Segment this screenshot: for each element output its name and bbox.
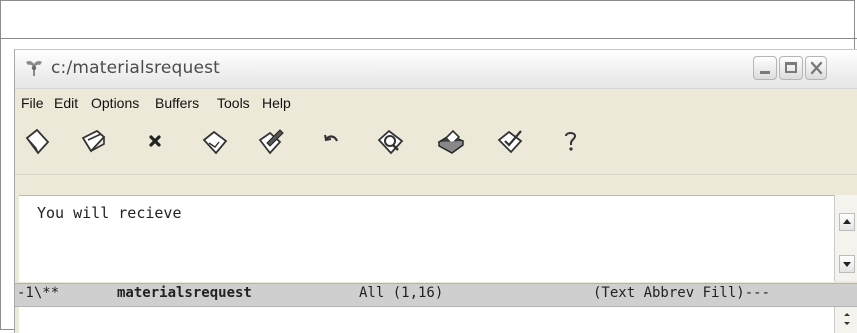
- menu-tools[interactable]: Tools: [217, 95, 250, 111]
- help-icon[interactable]: [555, 126, 587, 158]
- window-title: c:/materialsrequest: [51, 58, 221, 78]
- close-buffer-icon[interactable]: [141, 126, 173, 158]
- new-file-icon[interactable]: [21, 126, 53, 158]
- save-icon[interactable]: [199, 126, 231, 158]
- emacs-window: c:/materialsrequest File Edit Options Bu…: [14, 49, 857, 333]
- undo-icon[interactable]: [317, 126, 349, 158]
- arrow-up-icon: [843, 219, 851, 224]
- toolbar-divider: [15, 174, 857, 175]
- modeline-position: All (1,16): [359, 285, 444, 301]
- buffer-text-area[interactable]: You will recieve: [19, 195, 834, 282]
- buffer-text-line: You will recieve: [37, 204, 182, 222]
- mode-line: -1\** materialsrequest All (1,16) (Text …: [15, 283, 857, 307]
- spellcheck-icon[interactable]: [495, 126, 527, 158]
- minibuffer-scrollbar[interactable]: [834, 307, 857, 333]
- vertical-scrollbar[interactable]: [834, 195, 857, 281]
- print-icon[interactable]: [435, 126, 467, 158]
- search-icon[interactable]: [375, 126, 407, 158]
- scroll-up-button[interactable]: [839, 213, 855, 231]
- toolbar: [15, 120, 857, 168]
- arrow-down-icon: [843, 262, 851, 267]
- maximize-icon: [785, 62, 797, 73]
- save-as-icon[interactable]: [255, 126, 287, 158]
- page-divider: [0, 38, 857, 39]
- modeline-status: -1\**: [17, 285, 60, 301]
- scroll-down-button[interactable]: [839, 255, 855, 273]
- minimize-button[interactable]: [753, 56, 777, 80]
- menu-bar: File Edit Options Buffers Tools Help: [15, 90, 857, 116]
- scroll-stepper-icon: [844, 313, 850, 325]
- modeline-buffer-name: materialsrequest: [117, 285, 252, 301]
- minimize-icon: [760, 71, 770, 74]
- maximize-button[interactable]: [779, 56, 803, 80]
- menu-buffers[interactable]: Buffers: [155, 95, 199, 111]
- title-bar[interactable]: c:/materialsrequest: [15, 50, 857, 89]
- modeline-modes: (Text Abbrev Fill)---: [593, 285, 771, 301]
- menu-options[interactable]: Options: [91, 95, 139, 111]
- emacs-gnu-icon: [26, 60, 42, 76]
- minibuffer[interactable]: [19, 307, 834, 333]
- open-folder-icon[interactable]: [79, 126, 111, 158]
- close-icon: [810, 61, 823, 75]
- menu-edit[interactable]: Edit: [54, 95, 78, 111]
- close-button[interactable]: [805, 56, 827, 80]
- menu-help[interactable]: Help: [262, 95, 291, 111]
- menu-file[interactable]: File: [21, 95, 44, 111]
